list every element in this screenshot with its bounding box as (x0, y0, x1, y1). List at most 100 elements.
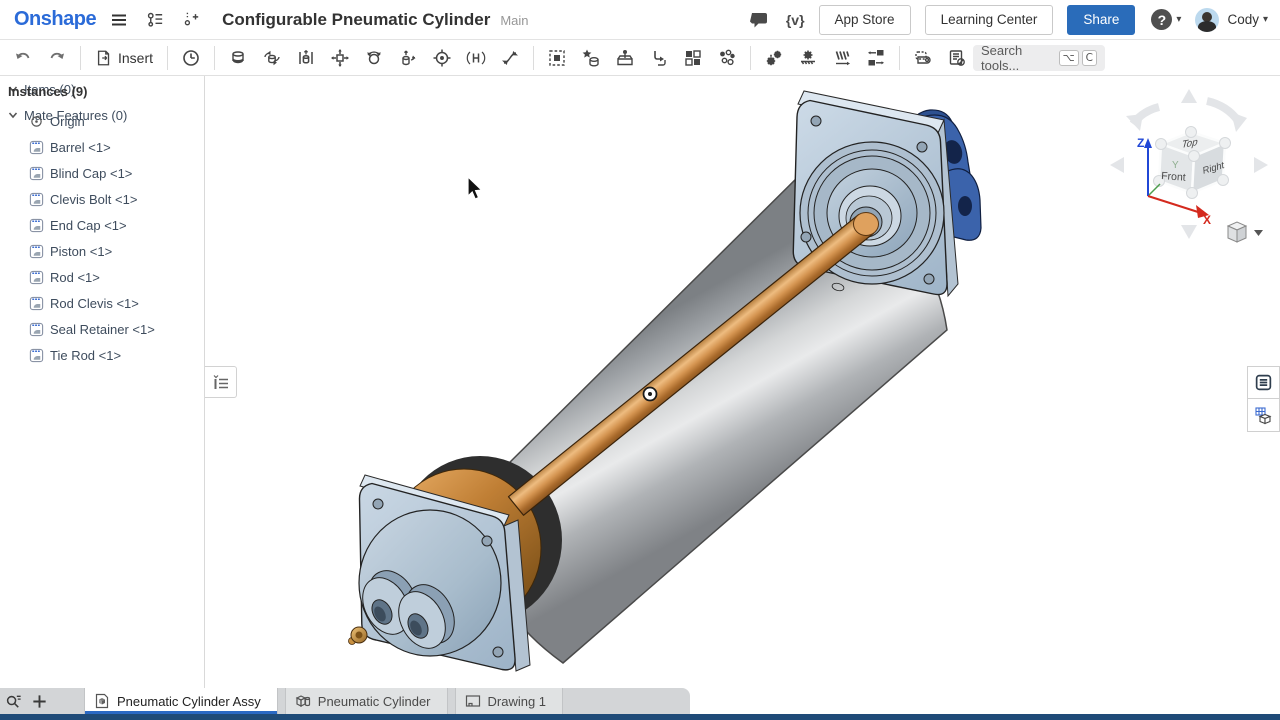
roll-left-arrow (1133, 107, 1159, 124)
instance-label: Clevis Bolt <1> (50, 192, 137, 207)
help-icon[interactable]: ? (1151, 9, 1172, 30)
main-menu-icon[interactable] (106, 7, 132, 33)
drawing-icon (465, 693, 481, 709)
user-chevron-icon[interactable]: ▾ (1263, 14, 1268, 25)
smart-fasteners-icon[interactable] (611, 44, 639, 72)
configuration-panel-button[interactable] (1247, 399, 1280, 432)
document-title[interactable]: Configurable Pneumatic Cylinder (222, 10, 490, 30)
branch-icon[interactable] (178, 7, 204, 33)
versions-icon[interactable] (142, 7, 168, 33)
cylindrical-mate-icon[interactable] (394, 44, 422, 72)
workspace-name[interactable]: Main (500, 13, 528, 28)
instance-rod-clevis-1[interactable]: Rod Clevis <1> (0, 290, 204, 316)
seal-retainer-part[interactable] (387, 456, 562, 627)
shortcut-key-c: C (1082, 50, 1097, 66)
search-tools-input[interactable]: Search tools... ⌥ C (973, 45, 1105, 71)
instance-clevis-bolt-1[interactable]: Clevis Bolt <1> (0, 186, 204, 212)
rod-part[interactable] (509, 213, 879, 516)
tab-label: Pneumatic Cylinder (318, 694, 431, 709)
part-icon (29, 322, 44, 337)
document-tab-bar: Pneumatic Cylinder Assy Pneumatic Cylind… (0, 688, 1280, 714)
undo-icon[interactable] (9, 44, 37, 72)
tab-drawing-1[interactable]: Drawing 1 (455, 688, 564, 714)
comment-icon[interactable] (746, 7, 772, 33)
gear-relation-icon[interactable] (760, 44, 788, 72)
mate-icon[interactable] (177, 44, 205, 72)
parallel-mate-icon[interactable] (462, 44, 490, 72)
pattern-icon[interactable] (679, 44, 707, 72)
tab-pneumatic-cylinder-assy[interactable]: Pneumatic Cylinder Assy (84, 688, 278, 714)
rack-and-pinion-relation-icon[interactable] (794, 44, 822, 72)
instance-barrel-1[interactable]: Barrel <1> (0, 134, 204, 160)
part-icon (29, 218, 44, 233)
tab-pneumatic-cylinder[interactable]: Pneumatic Cylinder (285, 688, 448, 714)
panel-flyout-toggle[interactable] (205, 366, 237, 398)
explode-icon[interactable] (713, 44, 741, 72)
view-cube-right-label: Right (1202, 160, 1224, 177)
slider-mate-icon[interactable] (292, 44, 320, 72)
clevis-lug-left (353, 562, 427, 642)
roll-right-arrow (1207, 101, 1238, 121)
instances-panel: Instances (9) Origin Barrel <1> (0, 76, 205, 690)
end-cap-part[interactable] (793, 91, 958, 296)
part-icon (29, 244, 44, 259)
avatar[interactable] (1195, 8, 1219, 32)
rotate-left-arrow (1110, 157, 1124, 173)
clevis-bolt-part[interactable] (349, 627, 368, 645)
screw-relation-icon[interactable] (828, 44, 856, 72)
help-chevron-icon[interactable]: ▾ (1176, 14, 1181, 25)
replicate-icon[interactable] (645, 44, 673, 72)
mate-connector-icon[interactable] (577, 44, 605, 72)
part-icon (29, 296, 44, 311)
rotate-up-arrow (1181, 89, 1197, 103)
hidden-instances-icon[interactable] (943, 44, 971, 72)
part-icon (29, 166, 44, 181)
tangent-mate-icon[interactable] (496, 44, 524, 72)
ball-mate-icon[interactable] (360, 44, 388, 72)
shortcut-key-alt: ⌥ (1059, 50, 1079, 66)
view-cube[interactable]: Top Front Right Y (1110, 89, 1268, 239)
rod-clevis-part[interactable] (903, 110, 981, 240)
instance-label: Barrel <1> (50, 140, 111, 155)
learning-center-button[interactable]: Learning Center (925, 5, 1054, 35)
instance-piston-1[interactable]: Piston <1> (0, 238, 204, 264)
revolute-mate-icon[interactable] (258, 44, 286, 72)
planar-mate-icon[interactable] (326, 44, 354, 72)
tab-label: Drawing 1 (488, 694, 547, 709)
pin-slot-mate-icon[interactable] (428, 44, 456, 72)
add-tab-icon[interactable] (26, 689, 52, 713)
instance-end-cap-1[interactable]: End Cap <1> (0, 212, 204, 238)
insert-button[interactable]: Insert (87, 44, 161, 72)
rotate-right-arrow (1254, 157, 1268, 173)
origin-marker[interactable] (644, 388, 657, 401)
tab-manager-icon[interactable] (0, 689, 26, 713)
user-name[interactable]: Cody (1227, 12, 1259, 27)
origin-icon (30, 115, 43, 128)
fastened-mate-icon[interactable] (224, 44, 252, 72)
version-state-icon[interactable]: {v} (786, 12, 805, 28)
instance-blind-cap-1[interactable]: Blind Cap <1> (0, 160, 204, 186)
chevron-down-icon (1254, 230, 1263, 236)
axis-triad: Z X (1137, 136, 1211, 227)
bom-panel-button[interactable] (1247, 366, 1280, 399)
instance-tie-rod-1[interactable]: Tie Rod <1> (0, 342, 204, 368)
view-mode-dropdown[interactable] (1228, 222, 1263, 242)
instance-label: Origin (50, 114, 85, 129)
instance-label: Tie Rod <1> (50, 348, 121, 363)
instance-seal-retainer-1[interactable]: Seal Retainer <1> (0, 316, 204, 342)
instance-origin[interactable]: Origin (0, 108, 204, 134)
app-store-button[interactable]: App Store (819, 5, 911, 35)
barrel-part[interactable] (486, 168, 947, 663)
section-view-icon[interactable] (909, 44, 937, 72)
belt-relation-icon[interactable] (862, 44, 890, 72)
group-icon[interactable] (543, 44, 571, 72)
share-button[interactable]: Share (1067, 5, 1135, 35)
assembly-toolbar: Insert (0, 40, 1280, 76)
redo-icon[interactable] (43, 44, 71, 72)
view-cube-top-face (1161, 132, 1225, 156)
instance-rod-1[interactable]: Rod <1> (0, 264, 204, 290)
mouse-cursor (468, 177, 482, 199)
blind-cap-part[interactable] (349, 475, 531, 671)
onshape-logo[interactable]: Onshape (14, 8, 96, 31)
part-studio-icon (295, 693, 311, 709)
